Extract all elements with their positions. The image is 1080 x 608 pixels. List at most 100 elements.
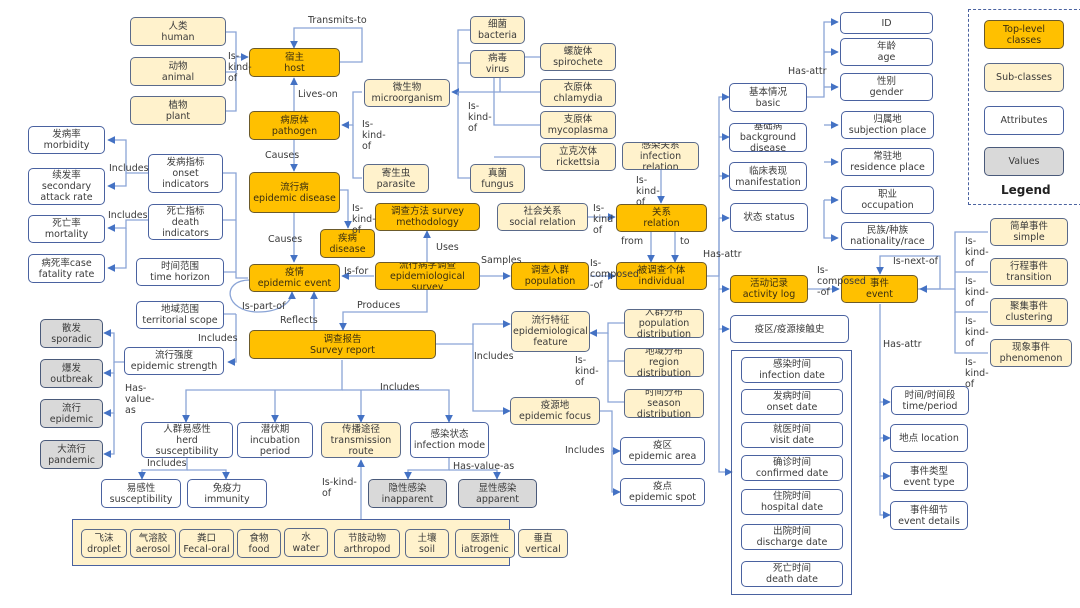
node-epidemiological-feature[interactable]: 流行特征 epidemiological feature (511, 311, 590, 352)
node-simple[interactable]: 简单事件 simple (990, 218, 1068, 246)
node-inapparent[interactable]: 隐性感染 inapparent (368, 479, 447, 508)
node-fecal-oral[interactable]: 粪口 Fecal-oral (179, 529, 234, 558)
node-social-relation[interactable]: 社会关系 social relation (497, 203, 588, 231)
node-population-distribution[interactable]: 人群分布 population distribution (624, 309, 704, 338)
node-residence-place[interactable]: 常驻地 residence place (841, 148, 934, 176)
node-transition[interactable]: 行程事件 transition (990, 258, 1068, 286)
label-includes-feature: Includes (474, 351, 514, 362)
node-survey-methodology[interactable]: 调查方法 survey methodology (375, 203, 480, 231)
node-pathogen[interactable]: 病原体 pathogen (249, 111, 340, 140)
node-territorial-scope[interactable]: 地域范围 territorial scope (136, 301, 224, 329)
node-basic[interactable]: 基本情况 basic (729, 83, 807, 112)
node-location[interactable]: 地点 location (890, 424, 968, 452)
node-sporadic[interactable]: 散发 sporadic (40, 319, 103, 348)
edge-sporadic (103, 329, 124, 363)
node-parasite[interactable]: 寄生虫 parasite (363, 164, 429, 193)
edge-outbreak (103, 362, 115, 377)
node-manifestation[interactable]: 临床表现 manifestation (729, 162, 807, 191)
node-occupation[interactable]: 职业 occupation (841, 186, 934, 214)
node-morbidity[interactable]: 发病率 morbidity (28, 126, 105, 154)
node-confirmed-date[interactable]: 确诊时间 confirmed date (741, 455, 843, 481)
node-immunity[interactable]: 免疫力 immunity (187, 479, 267, 508)
node-chlamydia[interactable]: 衣原体 chlamydia (540, 79, 616, 107)
label-is-kind-of-feature: Is- kind- of (575, 355, 599, 388)
node-fungus[interactable]: 真菌 fungus (470, 164, 525, 193)
node-herd-susceptibility[interactable]: 人群易感性 herd susceptibility (141, 422, 233, 458)
node-arthropod[interactable]: 节肢动物 arthropod (334, 529, 400, 558)
node-case-fatality-rate[interactable]: 病死率case fatality rate (28, 254, 105, 283)
node-contact-history[interactable]: 疫区/疫源接触史 (730, 315, 849, 343)
node-epidemic-disease[interactable]: 流行病 epidemic disease (249, 172, 340, 213)
node-vertical[interactable]: 垂直 vertical (518, 529, 568, 558)
node-outbreak[interactable]: 爆发 outbreak (40, 359, 103, 388)
node-human[interactable]: 人类 human (130, 17, 226, 46)
node-survey-report[interactable]: 调查报告 Survey report (249, 330, 436, 359)
node-droplet[interactable]: 飞沫 droplet (81, 529, 127, 558)
node-mortality[interactable]: 死亡率 mortality (28, 215, 105, 243)
node-visit-date[interactable]: 就医时间 visit date (741, 422, 843, 448)
node-mycoplasma[interactable]: 支原体 mycoplasma (540, 111, 616, 139)
node-bacteria[interactable]: 细菌 bacteria (470, 16, 525, 44)
node-epidemic-spot[interactable]: 疫点 epidemic spot (620, 478, 705, 506)
node-infection-date[interactable]: 感染时间 infection date (741, 357, 843, 383)
node-pandemic[interactable]: 大流行 pandemic (40, 440, 103, 469)
edge-micro-pathogen (341, 91, 362, 129)
node-activity-log[interactable]: 活动记录 activity log (730, 275, 808, 303)
node-susceptibility[interactable]: 易感性 susceptibility (101, 479, 181, 508)
node-population[interactable]: 调查人群 population (511, 262, 589, 290)
node-relation[interactable]: 关系 relation (616, 204, 707, 232)
label-is-kind-of-infection: Is- kind- of (636, 175, 660, 208)
node-region-distribution[interactable]: 地域分布 region distribution (624, 348, 704, 377)
label-includes-herd: Includes (147, 458, 187, 469)
node-background-disease[interactable]: 基础病 background disease (729, 123, 807, 152)
node-death-indicators[interactable]: 死亡指标 death indicators (148, 204, 223, 240)
node-infection-relation[interactable]: 感染关系 infection relation (622, 142, 699, 170)
node-infection-mode[interactable]: 感染状态 infection mode (410, 422, 489, 458)
node-virus[interactable]: 病毒 virus (470, 50, 525, 78)
node-epidemiological-survey[interactable]: 流行病学调查 epidemiological survey (375, 262, 480, 290)
node-epidemic-strength[interactable]: 流行强度 epidemic strength (124, 347, 224, 375)
node-epidemic[interactable]: 流行 epidemic (40, 399, 103, 428)
node-clustering[interactable]: 聚集事件 clustering (990, 298, 1068, 326)
node-incubation-period[interactable]: 潜伏期 incubation period (237, 422, 313, 458)
node-secondary-attack-rate[interactable]: 续发率 secondary attack rate (28, 168, 105, 205)
node-id[interactable]: ID (840, 12, 933, 34)
node-subjection-place[interactable]: 归属地 subjection place (841, 111, 934, 139)
node-epidemic-area[interactable]: 疫区 epidemic area (620, 437, 705, 465)
node-nationality[interactable]: 民族/种族 nationality/race (841, 222, 934, 250)
edge-mode-inap (404, 458, 450, 480)
node-food[interactable]: 食物 food (237, 529, 281, 558)
node-onset-indicators[interactable]: 发病指标 onset indicators (148, 154, 223, 193)
node-status[interactable]: 状态 status (730, 203, 808, 232)
node-soil[interactable]: 土壤 soil (405, 529, 449, 558)
node-plant[interactable]: 植物 plant (130, 96, 226, 125)
node-time-period[interactable]: 时间/时间段 time/period (891, 386, 969, 415)
node-event-details[interactable]: 事件细节 event details (890, 501, 968, 530)
node-host[interactable]: 宿主 host (249, 48, 340, 77)
label-is-part-of: Is-part-of (242, 301, 286, 312)
node-transmission-route[interactable]: 传播途径 transmission route (321, 422, 401, 458)
node-epidemic-focus[interactable]: 疫源地 epidemic focus (510, 397, 600, 425)
node-season-distribution[interactable]: 时间分布 season distribution (624, 389, 704, 418)
node-hospital-date[interactable]: 住院时间 hospital date (741, 489, 843, 515)
node-water[interactable]: 水 water (284, 528, 328, 557)
node-event-type[interactable]: 事件类型 event type (890, 462, 968, 491)
node-death-date[interactable]: 死亡时间 death date (741, 561, 843, 587)
edge-secondary (107, 173, 127, 190)
node-microorganism[interactable]: 微生物 microorganism (364, 79, 450, 107)
node-discharge-date[interactable]: 出院时间 discharge date (741, 524, 843, 550)
node-iatrogenic[interactable]: 医源性 iatrogenic (455, 529, 515, 558)
node-apparent[interactable]: 显性感染 apparent (458, 479, 537, 508)
node-onset-date[interactable]: 发病时间 onset date (741, 389, 843, 415)
node-time-horizon[interactable]: 时间范围 time horizon (136, 258, 224, 286)
node-gender[interactable]: 性别 gender (840, 73, 933, 101)
label-has-value-as-mode: Has-value-as (453, 461, 515, 472)
node-phenomenon[interactable]: 现象事件 phenomenon (990, 339, 1072, 367)
label-includes-report: Includes (380, 382, 420, 393)
node-animal[interactable]: 动物 animal (130, 57, 226, 86)
node-spirochete[interactable]: 螺旋体 spirochete (540, 43, 616, 71)
node-rickettsia[interactable]: 立克次体 rickettsia (540, 143, 616, 171)
node-epidemic-event[interactable]: 疫情 epidemic event (249, 264, 340, 292)
node-age[interactable]: 年龄 age (840, 38, 933, 66)
node-aerosol[interactable]: 气溶胶 aerosol (130, 529, 176, 558)
